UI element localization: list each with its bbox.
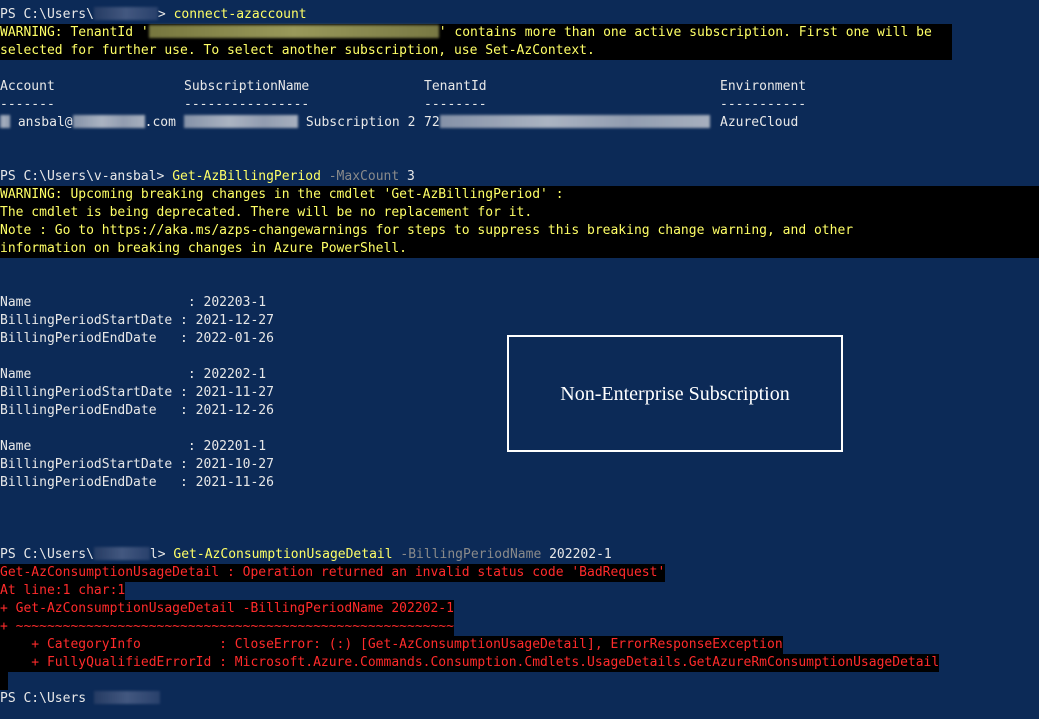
warning-breaking-2: The cmdlet is being deprecated. There wi… [0,204,1039,222]
annotation-box: Non-Enterprise Subscription [507,335,843,452]
prompt-line-3: PS C:\Users\ l> Get-AzConsumptionUsageDet… [0,546,612,564]
error-line-7 [0,672,8,690]
prompt-text: PS C:\Users\ [0,547,94,562]
billing-period-2-start: BillingPeriodStartDate : 2021-11-27 [0,385,274,400]
warning-breaking-4: information on breaking changes in Azure… [0,240,1039,258]
cell-account: ansbal@ .com [0,114,176,132]
prompt-line-2: PS C:\Users\v-ansbal> Get-AzBillingPerio… [0,168,415,186]
param-billingperiodname: -BillingPeriodName [400,547,542,562]
warning-text: ' contains more than one active subscrip… [438,25,932,40]
redacted-subscription-prefix [184,115,298,128]
header-environment: Environment [720,79,807,94]
error-line-1: Get-AzConsumptionUsageDetail : Operation… [0,564,666,582]
tenant-prefix: 72 [424,115,440,130]
command-connect-azaccount: connect-azaccount [173,7,307,22]
billing-period-3-name: Name : 202201-1 [0,439,267,454]
dashes-environment: ----------- [720,97,807,112]
billing-period-1-end: BillingPeriodEndDate : 2022-01-26 [0,331,274,346]
redacted-tenant-id [148,25,439,38]
redacted-account-domain [72,115,145,128]
arg-maxcount: 3 [407,169,415,184]
prompt-text: PS C:\Users\ [0,7,94,22]
dashes-account: ------- [0,97,55,112]
billing-period-3-end: BillingPeriodEndDate : 2021-11-26 [0,475,274,490]
account-suffix: .com [144,115,176,130]
billing-period-2-name: Name : 202202-1 [0,367,267,382]
prompt-text: PS C:\Users [0,691,87,706]
header-account: Account [0,79,55,94]
warning-text: WARNING: TenantId ' [0,25,149,40]
warning-tenant-line-1: WARNING: TenantId ' ' contains more than … [0,24,952,42]
cell-environment: AzureCloud [720,115,799,130]
redacted-account-prefix [0,115,10,128]
redacted-tenant [439,115,710,128]
error-line-2: At line:1 char:1 [0,582,126,600]
annotation-text: Non-Enterprise Subscription [560,382,790,405]
header-subscription-name: SubscriptionName [184,79,310,94]
billing-period-1-start: BillingPeriodStartDate : 2021-12-27 [0,313,274,328]
redacted-username [93,691,160,704]
command-get-azbillingperiod: Get-AzBillingPeriod [172,169,321,184]
cell-tenant: 72 [424,114,710,132]
prompt-line-1: PS C:\Users\ > connect-azaccount [0,6,307,24]
dashes-subscription-name: ---------------- [184,97,310,112]
redacted-username [93,547,150,560]
prompt-line-4[interactable]: PS C:\Users [0,690,160,708]
account-prefix: ansbal@ [17,115,73,130]
powershell-terminal[interactable]: PS C:\Users\ > connect-azaccount WARNING:… [0,0,1039,719]
billing-period-1-name: Name : 202203-1 [0,295,267,310]
prompt-arrow: > [157,7,174,22]
dashes-tenant-id: -------- [424,97,487,112]
warning-breaking-3: Note : Go to https://aka.ms/azps-changew… [0,222,1039,240]
header-tenant-id: TenantId [424,79,487,94]
param-maxcount: -MaxCount [328,169,400,184]
error-line-3: + Get-AzConsumptionUsageDetail -BillingP… [0,600,454,618]
subscription-name: Subscription 2 [305,115,416,130]
redacted-username [93,7,158,20]
command-get-azconsumptionusagedetail: Get-AzConsumptionUsageDetail [173,547,393,562]
arg-billingperiodname: 202202-1 [549,547,612,562]
warning-tenant-line-2: selected for further use. To select anot… [0,42,952,60]
billing-period-3-start: BillingPeriodStartDate : 2021-10-27 [0,457,274,472]
billing-period-2-end: BillingPeriodEndDate : 2021-12-26 [0,403,274,418]
prompt-text: PS C:\Users\v-ansbal> [0,169,173,184]
prompt-arrow: l> [149,547,174,562]
error-line-6: + FullyQualifiedErrorId : Microsoft.Azur… [0,654,940,672]
warning-breaking-1: WARNING: Upcoming breaking changes in th… [0,186,1039,204]
error-line-5: + CategoryInfo : CloseError: (:) [Get-Az… [0,636,783,654]
cell-subscription: Subscription 2 [184,114,415,132]
error-line-4: + ~~~~~~~~~~~~~~~~~~~~~~~~~~~~~~~~~~~~~~… [0,618,454,636]
